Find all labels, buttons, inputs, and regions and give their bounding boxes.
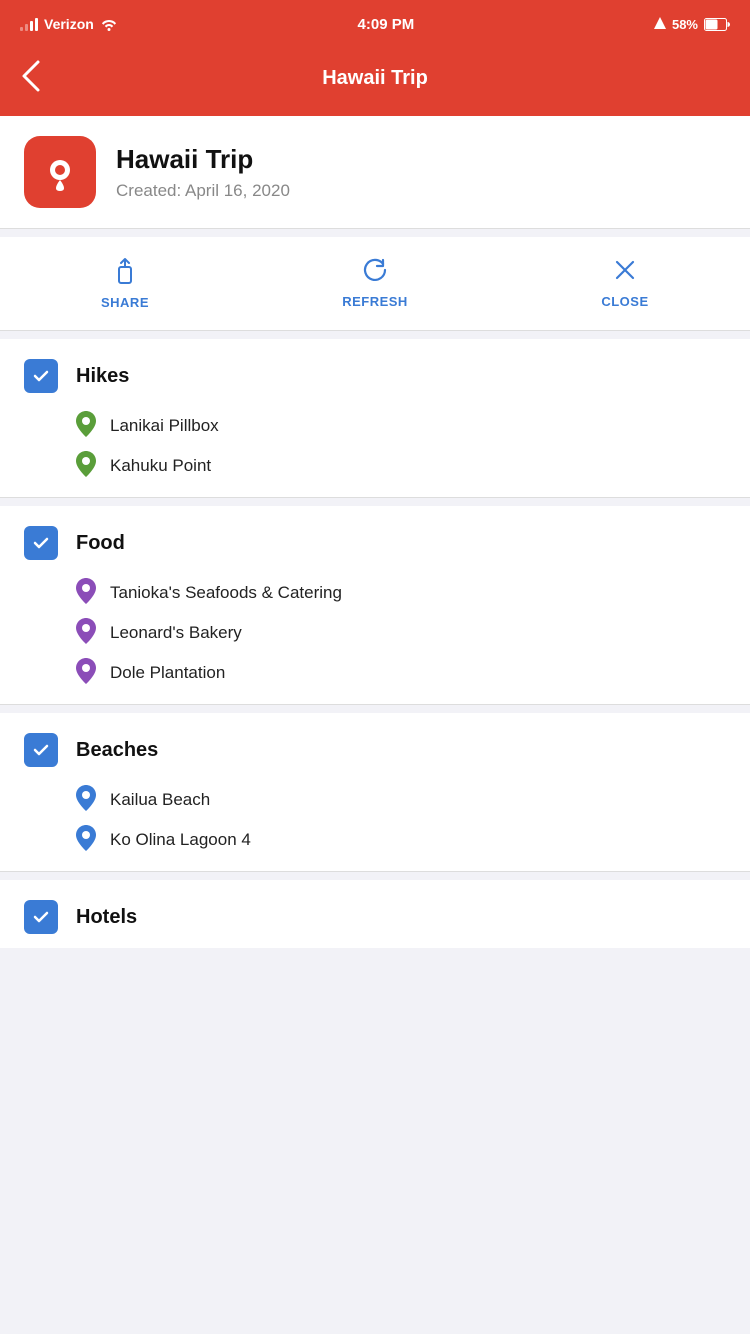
list-item[interactable]: Kailua Beach xyxy=(76,785,750,815)
pin-icon xyxy=(76,411,96,441)
pin-icon xyxy=(76,618,96,648)
refresh-label: REFRESH xyxy=(342,294,408,309)
food-title: Food xyxy=(76,532,125,555)
place-name: Ko Olina Lagoon 4 xyxy=(110,830,251,850)
list-item[interactable]: Leonard's Bakery xyxy=(76,618,750,648)
refresh-icon xyxy=(361,256,389,288)
battery-icon xyxy=(704,18,730,31)
hikes-header: Hikes xyxy=(0,339,750,407)
section-spacer-4 xyxy=(0,705,750,713)
refresh-action[interactable]: REFRESH xyxy=(250,256,500,309)
nav-title: Hawaii Trip xyxy=(322,67,428,90)
food-header: Food xyxy=(0,506,750,574)
place-name: Kailua Beach xyxy=(110,790,210,810)
carrier-label: Verizon xyxy=(44,16,94,32)
hotels-section: Hotels xyxy=(0,880,750,948)
list-item[interactable]: Kahuku Point xyxy=(76,451,750,481)
list-item[interactable]: Ko Olina Lagoon 4 xyxy=(76,825,750,855)
hikes-items: Lanikai Pillbox Kahuku Point xyxy=(0,407,750,497)
place-name: Leonard's Bakery xyxy=(110,623,242,643)
place-name: Dole Plantation xyxy=(110,663,225,683)
wifi-icon xyxy=(100,17,118,31)
place-name: Kahuku Point xyxy=(110,456,211,476)
share-icon xyxy=(111,255,139,289)
trip-name: Hawaii Trip xyxy=(116,144,290,175)
status-time: 4:09 PM xyxy=(358,16,415,33)
status-bar: Verizon 4:09 PM 58% xyxy=(0,0,750,44)
place-name: Lanikai Pillbox xyxy=(110,416,219,436)
beaches-section: Beaches Kailua Beach Ko Olina Lagoon 4 xyxy=(0,713,750,871)
status-right: 58% xyxy=(654,17,730,32)
pin-icon xyxy=(76,578,96,608)
share-action[interactable]: SHARE xyxy=(0,255,250,310)
hotels-checkbox[interactable] xyxy=(24,900,58,934)
beaches-items: Kailua Beach Ko Olina Lagoon 4 xyxy=(0,781,750,871)
food-checkbox[interactable] xyxy=(24,526,58,560)
trip-icon xyxy=(24,136,96,208)
pin-icon xyxy=(76,658,96,688)
list-item[interactable]: Dole Plantation xyxy=(76,658,750,688)
close-action[interactable]: CLOSE xyxy=(500,256,750,309)
hikes-checkbox[interactable] xyxy=(24,359,58,393)
status-left: Verizon xyxy=(20,16,118,32)
trip-created: Created: April 16, 2020 xyxy=(116,181,290,201)
place-name: Tanioka's Seafoods & Catering xyxy=(110,583,342,603)
hotels-title: Hotels xyxy=(76,906,137,929)
food-items: Tanioka's Seafoods & Catering Leonard's … xyxy=(0,574,750,704)
section-spacer-3 xyxy=(0,498,750,506)
food-section: Food Tanioka's Seafoods & Catering Leona… xyxy=(0,506,750,704)
hikes-section: Hikes Lanikai Pillbox Kahuku Point xyxy=(0,339,750,497)
beaches-header: Beaches xyxy=(0,713,750,781)
location-icon xyxy=(654,17,666,31)
back-button[interactable] xyxy=(20,58,42,98)
signal-icon xyxy=(20,17,38,31)
section-spacer-2 xyxy=(0,331,750,339)
trip-info: Hawaii Trip Created: April 16, 2020 xyxy=(116,144,290,201)
close-icon xyxy=(611,256,639,288)
section-spacer-5 xyxy=(0,872,750,880)
beaches-title: Beaches xyxy=(76,739,158,762)
trip-header: Hawaii Trip Created: April 16, 2020 xyxy=(0,116,750,228)
hotels-header: Hotels xyxy=(0,880,750,948)
nav-header: Hawaii Trip xyxy=(0,44,750,116)
section-spacer xyxy=(0,229,750,237)
action-bar: SHARE REFRESH CLOSE xyxy=(0,237,750,330)
close-label: CLOSE xyxy=(601,294,648,309)
beaches-checkbox[interactable] xyxy=(24,733,58,767)
battery-percentage: 58% xyxy=(672,17,698,32)
pin-icon xyxy=(76,785,96,815)
share-label: SHARE xyxy=(101,295,149,310)
list-item[interactable]: Tanioka's Seafoods & Catering xyxy=(76,578,750,608)
pin-icon xyxy=(76,451,96,481)
pin-icon xyxy=(76,825,96,855)
hikes-title: Hikes xyxy=(76,365,129,388)
list-item[interactable]: Lanikai Pillbox xyxy=(76,411,750,441)
